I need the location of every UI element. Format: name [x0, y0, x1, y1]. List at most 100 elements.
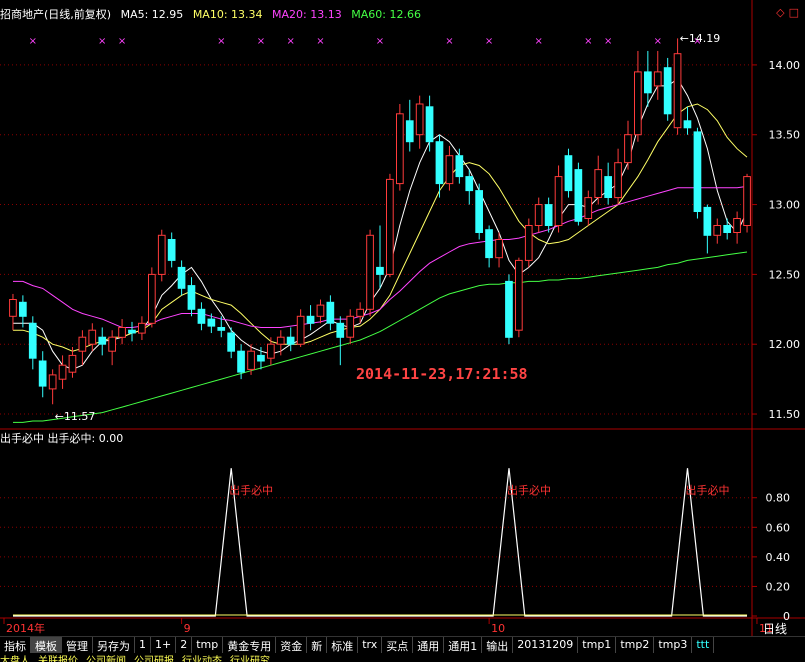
candle — [683, 106, 692, 135]
candle-body — [326, 301, 335, 324]
candle-body — [663, 67, 672, 115]
price-tick-label: 12.00 — [769, 338, 801, 351]
candle-body — [286, 336, 295, 345]
candle-body — [157, 234, 166, 275]
candle-body — [723, 225, 731, 233]
toolbar-button[interactable]: 管理 — [62, 637, 93, 653]
info-link[interactable]: 行业研究 — [230, 656, 270, 662]
toolbar-button[interactable]: 资金 — [276, 637, 308, 653]
indicator-tick-label: 0.20 — [766, 580, 791, 593]
candle-body — [58, 364, 67, 380]
candle-body — [673, 53, 682, 129]
candle-body — [624, 134, 632, 164]
timestamp-watermark: 2014-11-23,17:21:58 — [356, 365, 528, 383]
candle-body — [584, 197, 593, 220]
arrow-left-icon: ← — [679, 32, 689, 46]
toolbar-button[interactable]: 新 — [307, 637, 328, 653]
candle — [197, 302, 206, 331]
candle-body — [177, 266, 186, 289]
price-axis: 14.00 13.50 13.00 12.50 12.00 11.50 — [752, 59, 800, 421]
x-tick-label: 10 — [491, 622, 505, 635]
candle — [187, 277, 196, 317]
candle — [108, 330, 117, 366]
candle-body — [505, 280, 513, 338]
toolbar-button[interactable]: 通用1 — [444, 637, 483, 653]
info-link[interactable]: 公司新闻 — [86, 656, 126, 662]
toolbar-button[interactable]: 指标 — [0, 637, 31, 653]
info-link[interactable]: 大盘人 — [0, 656, 30, 662]
toolbar-button[interactable]: ttt — [692, 637, 715, 653]
candle-body — [534, 204, 543, 227]
template-toolbar: 指标 模板 管理 另存为 1 1+ 2 tmp 黄金专用 资金新标准 trx 买点 通用 通用1 输出 201… — [0, 636, 805, 653]
candle — [207, 313, 216, 334]
low-price-label: ←11.57 — [54, 410, 96, 424]
candle — [405, 99, 414, 152]
price-chart-svg[interactable]: × × × × × × × × × × × × × × × 14.0013.5013.0012.5012.0… — [0, 0, 805, 636]
toolbar-button[interactable]: 1+ — [151, 637, 177, 653]
candle — [38, 351, 47, 398]
candle — [28, 316, 37, 370]
indicator-title: 出手必中 出手必中: 0.00 — [0, 432, 124, 445]
candle-body — [475, 190, 483, 234]
top-marker: × — [217, 36, 225, 47]
candle — [306, 305, 315, 331]
candle-body — [465, 176, 474, 192]
candlesticks — [9, 38, 751, 405]
candle-body — [614, 162, 622, 199]
toolbar-button[interactable]: tmp1 — [578, 637, 617, 653]
toolbar-button[interactable]: 2 — [176, 637, 193, 653]
toolbar-button[interactable]: 输出 — [482, 637, 514, 653]
toolbar-button[interactable]: tmp2 — [616, 637, 655, 653]
candle — [157, 229, 166, 282]
candle-body — [396, 113, 404, 185]
info-link[interactable]: 关联报价 — [38, 656, 78, 662]
toolbar-button[interactable]: tmp3 — [654, 637, 693, 653]
toolbar-button[interactable]: 1 — [135, 637, 151, 653]
info-link[interactable]: 行业动态 — [182, 656, 222, 662]
candle-body — [405, 120, 414, 143]
candle — [743, 173, 751, 233]
toolbar-button[interactable]: 标准 — [327, 637, 359, 653]
signal-label: 出手必中 — [685, 484, 730, 498]
toolbar-button[interactable]: 另存为 — [93, 637, 135, 653]
period-label[interactable]: 日线 — [763, 620, 787, 637]
candle — [584, 190, 593, 226]
info-link[interactable]: 公司研报 — [134, 656, 174, 662]
candle-body — [118, 327, 126, 338]
candle-body — [267, 343, 275, 359]
candle-body — [386, 178, 394, 275]
candle — [653, 50, 662, 100]
candle-body — [644, 71, 652, 94]
candle — [624, 120, 632, 170]
candle-body — [524, 225, 533, 261]
toolbar-button[interactable]: tmp — [192, 637, 224, 653]
candle — [564, 148, 573, 198]
candle-body — [19, 301, 27, 317]
top-marker: × — [376, 36, 384, 47]
candle — [376, 225, 384, 289]
top-marker: × — [118, 36, 126, 47]
candle — [167, 232, 176, 268]
toolbar-button[interactable]: 模板 — [31, 637, 62, 653]
candle — [515, 257, 523, 338]
toolbar-button[interactable]: 黄金专用 — [223, 637, 277, 653]
top-marker: × — [316, 36, 324, 47]
high-price-label: ←14.19 — [679, 32, 721, 46]
top-markers: × × × × × × × × × × × × × × × — [29, 36, 702, 47]
toolbar-button[interactable]: trx — [358, 637, 383, 653]
toolbar-button[interactable]: 买点 — [382, 637, 414, 653]
candle-body — [435, 141, 444, 185]
toolbar-button[interactable]: 20131209 — [513, 637, 579, 653]
candle — [733, 211, 741, 244]
toolbar-button[interactable]: 通用 — [413, 637, 445, 653]
top-marker: × — [535, 36, 543, 47]
candle-body — [713, 225, 722, 236]
candle — [534, 197, 543, 233]
candle-body — [138, 322, 146, 334]
candle — [505, 274, 513, 345]
candle-body — [257, 354, 265, 362]
top-marker: × — [445, 36, 453, 47]
candle-body — [574, 169, 583, 222]
candle-body — [276, 336, 285, 345]
candle-body — [316, 304, 325, 317]
